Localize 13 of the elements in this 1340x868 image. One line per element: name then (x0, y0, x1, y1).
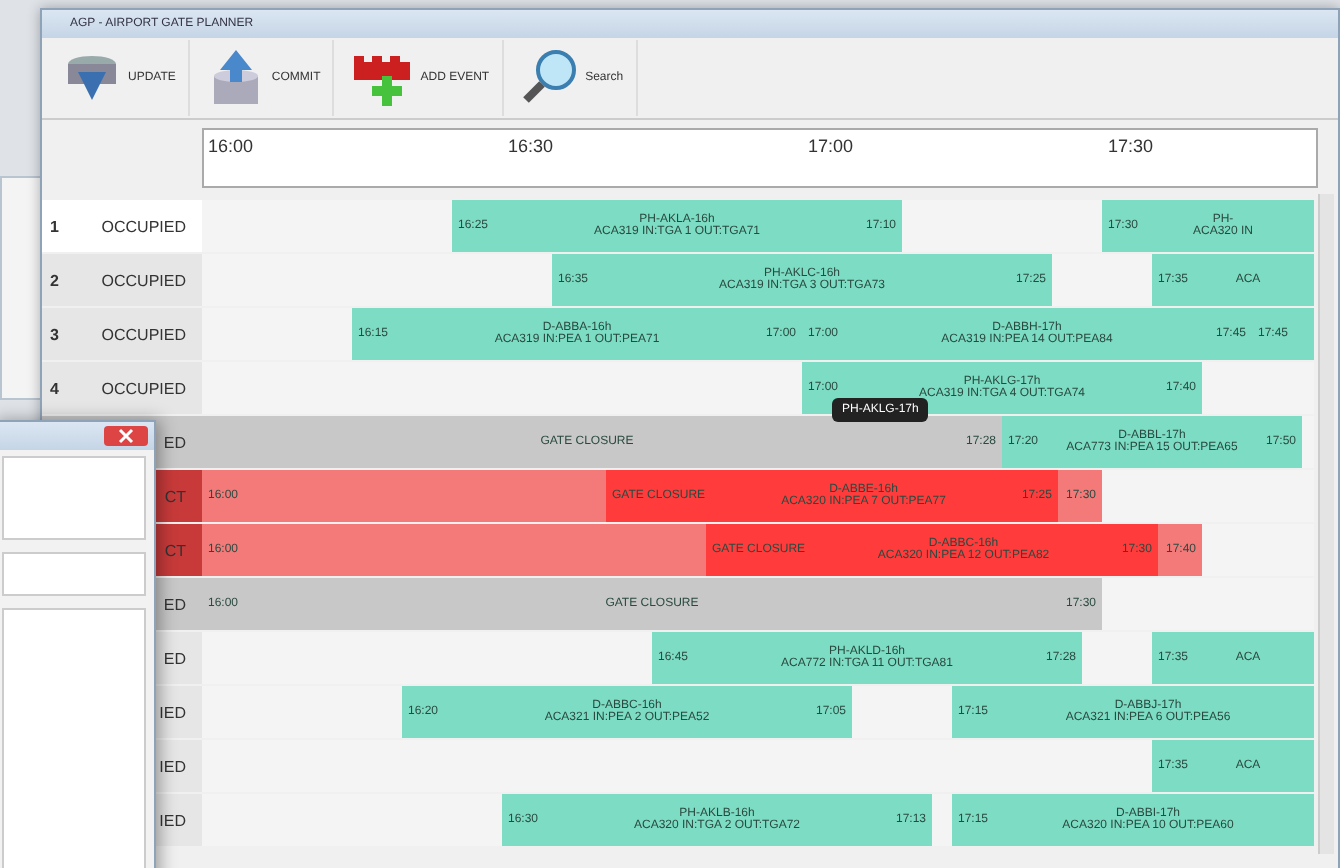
gate-label[interactable]: 1 OCCUPIED (42, 200, 202, 252)
gate-label[interactable]: 2 OCCUPIED (42, 254, 202, 306)
dialog-panel (2, 552, 146, 596)
search-icon (519, 48, 580, 108)
close-icon[interactable] (104, 426, 148, 446)
time-tick: 16:00 (208, 136, 254, 156)
time-tick: 17:00 (808, 136, 854, 156)
gate-label[interactable]: 4 OCCUPIED (42, 362, 202, 414)
gate-label[interactable]: 3 OCCUPIED (42, 308, 202, 360)
time-tick: 17:30 (1108, 136, 1154, 156)
scrollbar[interactable] (1318, 194, 1334, 854)
time-tick: 16:30 (508, 136, 554, 156)
dialog-panel (2, 456, 146, 540)
